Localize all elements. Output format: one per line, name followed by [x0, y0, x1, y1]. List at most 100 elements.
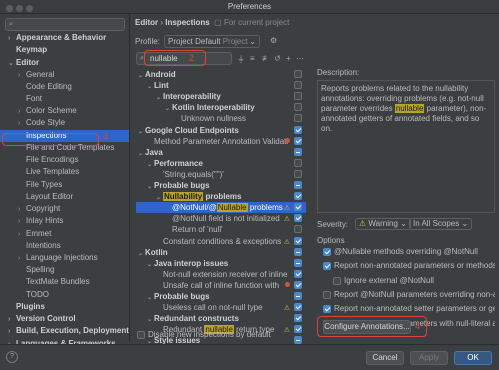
sidebar-item[interactable]: › Color Scheme: [0, 105, 129, 117]
inspection-checkbox[interactable]: [294, 103, 302, 112]
profile-select[interactable]: Project Default Project ⌄: [164, 35, 260, 48]
sidebar-item[interactable]: Code Editing: [0, 81, 129, 93]
inspection-tree-row[interactable]: ⌄ Probable bugs: [136, 291, 306, 302]
inspection-checkbox[interactable]: [294, 136, 302, 145]
inspection-checkbox[interactable]: [294, 147, 302, 156]
inspection-checkbox[interactable]: [294, 203, 302, 212]
sidebar-item[interactable]: › Copyright: [0, 203, 129, 215]
inspection-tree-row[interactable]: Constant conditions & exceptions ⚠: [136, 236, 306, 247]
inspection-tree-row[interactable]: Useless call on not-null type ⚠: [136, 302, 306, 313]
sidebar-item[interactable]: Plugins: [0, 301, 129, 313]
inspection-checkbox[interactable]: [294, 158, 302, 167]
sidebar-item[interactable]: ⌄ Editor: [0, 57, 129, 69]
checkbox[interactable]: [323, 248, 331, 256]
inspection-checkbox[interactable]: [294, 269, 302, 278]
inspection-checkbox[interactable]: [294, 236, 302, 245]
checkbox[interactable]: [137, 330, 145, 339]
sidebar-item[interactable]: File Encodings: [0, 154, 129, 166]
sidebar-item[interactable]: File Types: [0, 179, 129, 191]
inspection-checkbox[interactable]: [294, 280, 302, 289]
gear-icon[interactable]: ⚙: [270, 36, 277, 45]
inspection-tree-row[interactable]: ⌄ Java: [136, 147, 306, 158]
inspection-checkbox[interactable]: [294, 70, 302, 78]
inspection-tree-row[interactable]: ⌄ Android: [136, 69, 306, 80]
sidebar-item[interactable]: › Build, Execution, Deployment: [0, 325, 129, 337]
checkbox[interactable]: [323, 305, 331, 314]
inspection-tree-row[interactable]: ⌄ Google Cloud Endpoints: [136, 125, 306, 136]
expand-all-icon[interactable]: ≡: [250, 54, 255, 63]
inspection-checkbox[interactable]: [294, 258, 302, 267]
inspection-checkbox[interactable]: [294, 247, 302, 256]
scope-select[interactable]: In All Scopes ⌄: [409, 218, 473, 230]
disable-new-inspections-checkbox[interactable]: Disable new inspections by default: [137, 330, 271, 340]
sidebar-item[interactable]: Live Templates: [0, 166, 129, 178]
inspection-tree-row[interactable]: 'String.equals("")': [136, 169, 306, 180]
inspection-tree-row[interactable]: ⌄ Java interop issues: [136, 258, 306, 269]
inspection-checkbox[interactable]: [294, 325, 302, 334]
inspection-checkbox[interactable]: [294, 125, 302, 134]
sidebar-item[interactable]: › Language Injections: [0, 252, 129, 264]
apply-button[interactable]: Apply: [410, 351, 448, 365]
more-icon[interactable]: ⋯: [296, 54, 304, 63]
inspection-tree-row[interactable]: ⌄ Kotlin: [136, 247, 306, 258]
option-checkbox[interactable]: Report non-annotated parameters or metho…: [323, 260, 495, 272]
collapse-all-icon[interactable]: ≢: [262, 54, 270, 63]
sidebar-item[interactable]: Font: [0, 93, 129, 105]
inspection-checkbox[interactable]: [294, 169, 302, 178]
option-checkbox[interactable]: Report @NotNull parameters overriding no…: [323, 289, 495, 301]
sidebar-item[interactable]: Intentions: [0, 240, 129, 252]
inspection-checkbox[interactable]: [294, 314, 302, 323]
inspection-checkbox[interactable]: [294, 114, 302, 123]
sidebar-item[interactable]: › Version Control: [0, 313, 129, 325]
inspection-tree-row[interactable]: ⌄ Performance: [136, 158, 306, 169]
filter-icon[interactable]: ⏚: [237, 54, 245, 65]
inspection-checkbox[interactable]: [294, 192, 302, 201]
close-icon[interactable]: [6, 5, 13, 12]
checkbox[interactable]: [333, 276, 341, 285]
sidebar-item[interactable]: › Code Style: [0, 117, 129, 129]
sidebar-item[interactable]: TextMate Bundles: [0, 276, 129, 288]
inspection-tree-row[interactable]: ⌄ Kotlin Interoperability: [136, 102, 306, 113]
sidebar-item[interactable]: › Appearance & Behavior: [0, 32, 129, 44]
sidebar-item[interactable]: Layout Editor: [0, 191, 129, 203]
inspection-tree-row[interactable]: ⌄ Redundant constructs: [136, 313, 306, 324]
reset-icon[interactable]: ↺: [274, 54, 281, 63]
inspection-tree-row[interactable]: @NotNull/@Nullable problems ⚠: [136, 202, 306, 214]
sidebar-search-input[interactable]: ⌕: [5, 18, 125, 31]
inspection-checkbox[interactable]: [294, 303, 302, 312]
inspection-checkbox[interactable]: [294, 292, 302, 300]
sidebar-item[interactable]: Keymap: [0, 44, 129, 56]
inspection-tree-row[interactable]: ⌄ Interoperability: [136, 91, 306, 102]
inspection-checkbox[interactable]: [294, 81, 302, 90]
help-button[interactable]: ?: [6, 351, 18, 363]
inspection-tree-row[interactable]: ⌄ Nullability problems: [136, 191, 306, 202]
breadcrumb-section[interactable]: Editor: [135, 18, 158, 27]
inspection-tree-row[interactable]: Method Parameter Annotation Validati: [136, 136, 306, 147]
inspection-tree-row[interactable]: ⌄ Lint: [136, 80, 306, 91]
inspection-tree-row[interactable]: ⌄ Probable bugs: [136, 180, 306, 191]
ok-button[interactable]: OK: [454, 351, 492, 365]
option-checkbox[interactable]: @Nullable methods overriding @NotNull: [323, 246, 495, 258]
minimize-icon[interactable]: [16, 5, 23, 12]
severity-select[interactable]: ⚠ Warning ⌄: [355, 218, 411, 230]
sidebar-item[interactable]: › General: [0, 69, 129, 81]
inspection-checkbox[interactable]: [294, 92, 302, 101]
add-icon[interactable]: +: [286, 54, 291, 63]
inspection-checkbox[interactable]: [294, 225, 302, 234]
inspection-tree-row[interactable]: Unsafe call of inline function with: [136, 280, 306, 291]
sidebar-item[interactable]: TODO: [0, 289, 129, 301]
inspection-tree-row[interactable]: Unknown nullness: [136, 113, 306, 124]
checkbox[interactable]: [323, 290, 331, 299]
option-checkbox[interactable]: Ignore external @NotNull: [333, 275, 499, 287]
inspection-tree-row[interactable]: @NotNull field is not initialized ⚠: [136, 213, 306, 224]
inspection-tree-row[interactable]: Return of 'null': [136, 224, 306, 235]
inspection-checkbox[interactable]: [294, 181, 302, 189]
option-checkbox[interactable]: Report non-annotated setter parameters o…: [323, 303, 495, 315]
inspection-tree-row[interactable]: Not-null extension receiver of inline: [136, 269, 306, 280]
maximize-icon[interactable]: [26, 5, 33, 12]
sidebar-item[interactable]: › Emmet: [0, 228, 129, 240]
inspection-checkbox[interactable]: [294, 214, 302, 223]
cancel-button[interactable]: Cancel: [366, 351, 404, 365]
sidebar-item[interactable]: Spelling: [0, 264, 129, 276]
checkbox[interactable]: [323, 262, 331, 271]
